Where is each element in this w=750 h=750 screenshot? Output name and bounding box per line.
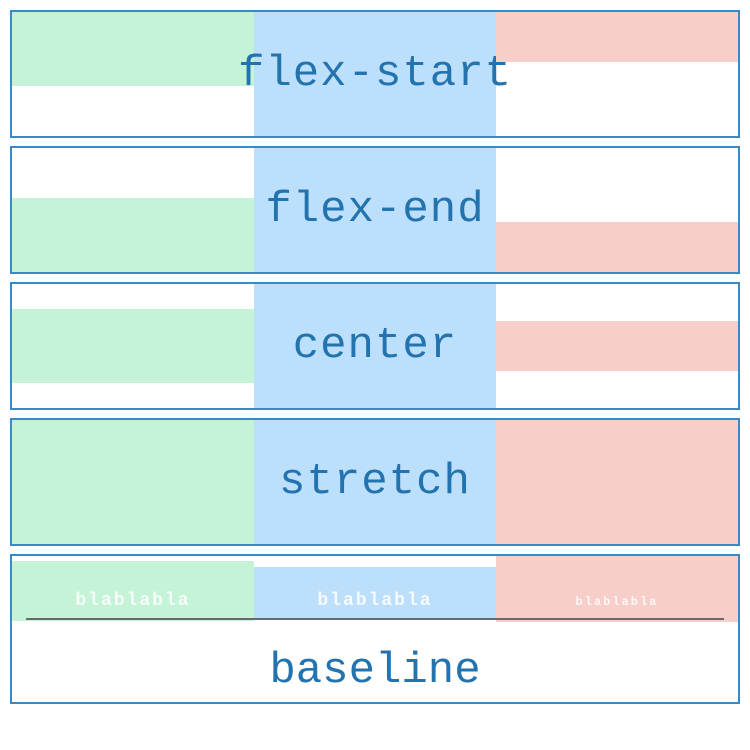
box-green: blablabla <box>12 561 254 621</box>
row-flex-start: flex-start <box>10 10 740 138</box>
row-label: flex-start <box>238 49 512 99</box>
row-label: stretch <box>279 457 471 507</box>
box-green <box>12 420 254 544</box>
row-label: flex-end <box>265 185 484 235</box>
box-green <box>12 309 254 383</box>
placeholder-text: blablabla <box>75 591 190 611</box>
row-stretch: stretch <box>10 418 740 546</box>
row-flex-end: flex-end <box>10 146 740 274</box>
box-green <box>12 198 254 272</box>
box-red <box>496 420 738 544</box>
row-label: center <box>293 321 457 371</box>
box-red <box>496 12 738 62</box>
row-center: center <box>10 282 740 410</box>
box-blue: stretch <box>254 420 496 544</box>
box-green <box>12 12 254 86</box>
placeholder-text: blablabla <box>317 591 432 611</box>
baseline-indicator <box>26 618 724 620</box>
box-blue: center <box>254 284 496 408</box>
flex-align-diagram: flex-start flex-end center stretch blabl… <box>0 0 750 722</box>
box-blue: blablabla <box>254 567 496 619</box>
row-label: baseline <box>12 646 738 696</box>
box-red: blablabla <box>496 556 738 622</box>
row-baseline: blablabla blablabla blablabla baseline <box>10 554 740 704</box>
box-red <box>496 321 738 371</box>
box-blue: flex-end <box>254 148 496 272</box>
box-red <box>496 222 738 272</box>
placeholder-text: blablabla <box>576 595 659 609</box>
box-blue: flex-start <box>254 12 496 136</box>
